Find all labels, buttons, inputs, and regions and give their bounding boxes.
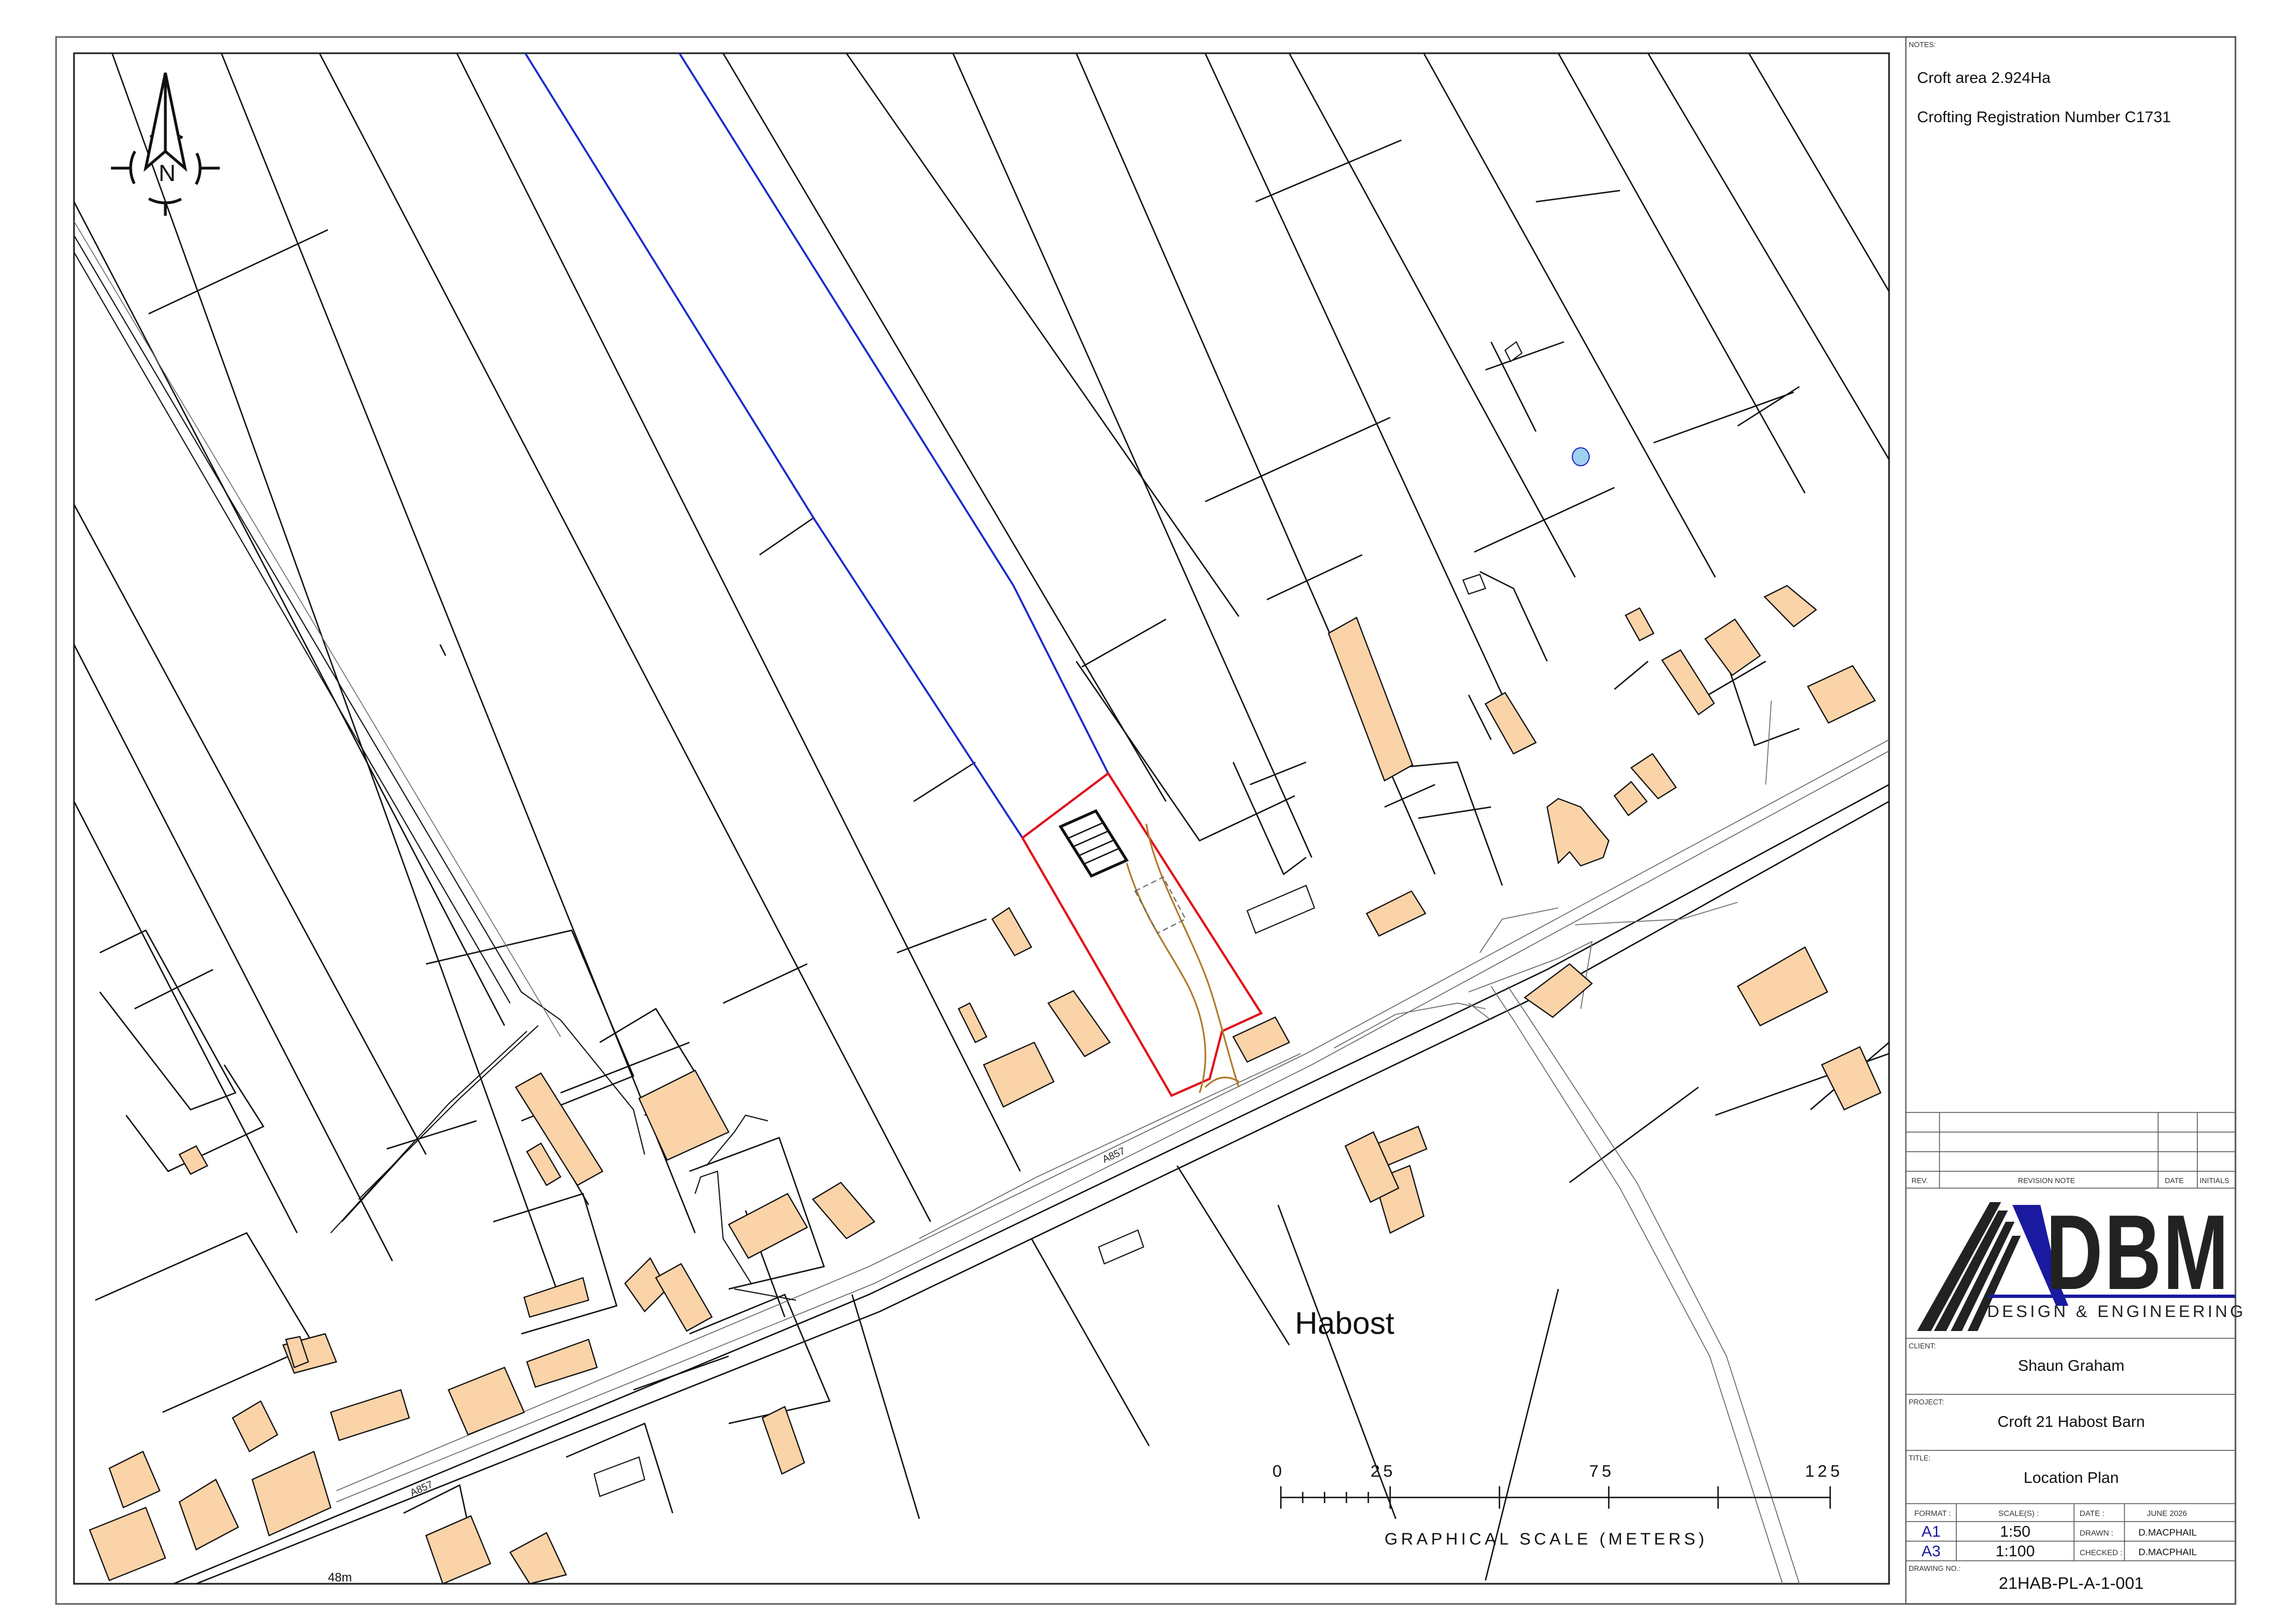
title-label: TITLE: <box>1909 1454 1931 1462</box>
drawn-value: D.MACPHAIL <box>2138 1527 2197 1538</box>
format-label: FORMAT : <box>1914 1509 1951 1518</box>
scale-tick-label: 25 <box>1371 1462 1396 1481</box>
project-label: PROJECT: <box>1909 1398 1944 1406</box>
drawing-no-value: 21HAB-PL-A-1-001 <box>1999 1574 2144 1593</box>
project-value: Croft 21 Habost Barn <box>1997 1413 2145 1430</box>
drawing-sheet: Habost A857 A857 48m N 0 25 75 125 GRAPH… <box>55 36 2246 1605</box>
spot-height-label: 48m <box>328 1570 352 1584</box>
date-value: JUNE 2026 <box>2147 1509 2187 1518</box>
format-a3: A3 <box>1922 1542 1941 1560</box>
map-frame <box>73 52 1890 1585</box>
revision-header-rev: REV. <box>1911 1176 1928 1185</box>
scale-caption: GRAPHICAL SCALE (METERS) <box>1385 1530 1707 1548</box>
revision-header-date: DATE <box>2165 1176 2184 1185</box>
format-a1: A1 <box>1922 1523 1941 1540</box>
scale-tick-label: 0 <box>1272 1462 1284 1481</box>
scale-label: SCALE(S) : <box>1998 1509 2039 1518</box>
date-label: DATE : <box>2080 1509 2104 1518</box>
client-value: Shaun Graham <box>2018 1357 2124 1374</box>
notes-heading: NOTES: <box>1909 40 1936 49</box>
drawing-no-label: DRAWING NO.: <box>1909 1564 1961 1573</box>
revision-header-note: REVISION NOTE <box>2018 1176 2075 1185</box>
scale-a3: 1:100 <box>1996 1542 2035 1560</box>
logo-letters: DBM <box>2046 1193 2230 1311</box>
north-letter: N <box>159 160 175 186</box>
client-label: CLIENT: <box>1909 1342 1936 1350</box>
checked-value: D.MACPHAIL <box>2138 1547 2197 1557</box>
revision-header-initials: INITIALS <box>2200 1176 2229 1185</box>
scale-tick-label: 125 <box>1805 1462 1843 1481</box>
dbm-logo: DBM DESIGN & ENGINEERING <box>1917 1193 2246 1331</box>
drawn-label: DRAWN : <box>2080 1528 2113 1537</box>
note-line: Croft area 2.924Ha <box>1917 69 2051 86</box>
note-line: Crofting Registration Number C1731 <box>1917 108 2171 126</box>
scale-tick-label: 75 <box>1589 1462 1614 1481</box>
title-value: Location Plan <box>2024 1469 2119 1486</box>
logo-tagline: DESIGN & ENGINEERING <box>1987 1302 2246 1321</box>
location-map: Habost A857 A857 48m N 0 25 75 125 GRAPH… <box>73 52 1890 1585</box>
water-feature <box>1572 447 1590 466</box>
place-label: Habost <box>1295 1305 1395 1341</box>
title-block: NOTES: Croft area 2.924Ha Crofting Regis… <box>1905 36 2246 1605</box>
scale-a1: 1:50 <box>2000 1523 2031 1540</box>
checked-label: CHECKED : <box>2080 1548 2122 1557</box>
